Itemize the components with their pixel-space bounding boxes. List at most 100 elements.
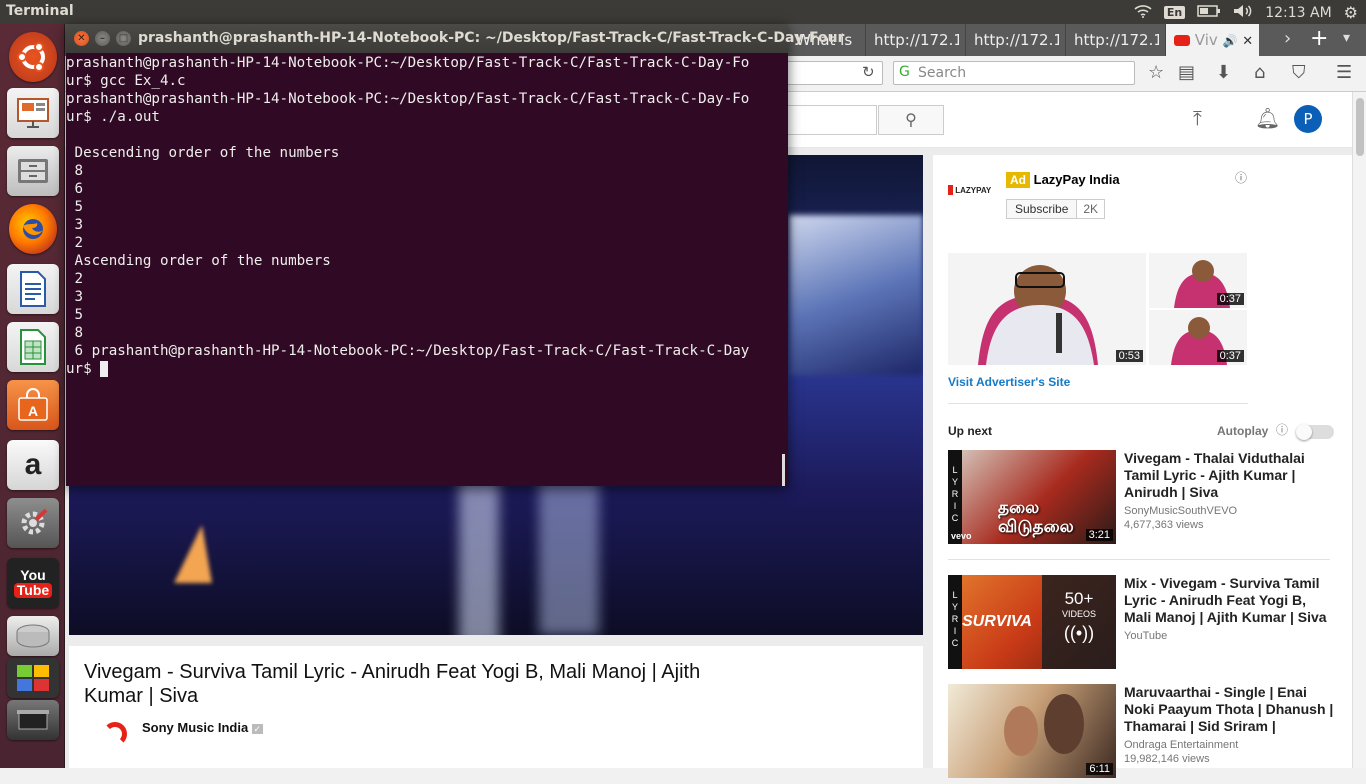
top-panel: Terminal En 12:13 AM ⚙ xyxy=(0,0,1366,24)
video-thumbnail[interactable]: 6:11 xyxy=(948,684,1116,778)
wifi-icon[interactable] xyxy=(1134,4,1152,22)
info-icon[interactable]: ⓘ xyxy=(1235,169,1247,186)
upload-icon[interactable]: ⤒ xyxy=(1193,106,1202,130)
terminal-titlebar[interactable]: ✕ – □ prashanth@prashanth-HP-14-Notebook… xyxy=(66,24,844,53)
video-thumbnail[interactable]: LYRIC தலை விடுதலை vevo 3:21 xyxy=(948,450,1116,544)
keyboard-layout-indicator[interactable]: En xyxy=(1163,6,1186,19)
view-count: 19,982,146 views xyxy=(1124,753,1210,765)
notifications-bell-icon[interactable]: 🔔︎ xyxy=(1255,106,1280,130)
terminal-scrollbar[interactable] xyxy=(782,454,785,486)
info-icon[interactable]: ⓘ xyxy=(1276,421,1288,438)
maximize-icon[interactable]: □ xyxy=(116,31,131,46)
tab-http-1[interactable]: http://172.1 xyxy=(865,24,959,56)
reading-list-icon[interactable]: ▤ xyxy=(1178,62,1195,83)
channel-name: YouTube xyxy=(1124,630,1168,642)
home-icon[interactable]: ⌂ xyxy=(1254,62,1265,83)
battery-icon[interactable] xyxy=(1197,4,1221,21)
bookmark-star-icon[interactable]: ☆ xyxy=(1148,62,1164,83)
subscribe-button[interactable]: Subscribe xyxy=(1006,199,1078,219)
list-item[interactable]: LYRIC SURVIVA 50+ VIDEOS ((•)) Mix - Viv… xyxy=(948,575,1338,675)
page-scrollbar[interactable] xyxy=(1352,92,1366,768)
terminal-line: ur$ ./a.out xyxy=(66,109,160,125)
terminal-line: 3 xyxy=(66,217,84,233)
youtube-icon[interactable]: You Tube xyxy=(7,558,59,608)
youtube-search-button[interactable]: ⚲ xyxy=(878,105,944,135)
playlist-thumbnail[interactable]: LYRIC SURVIVA 50+ VIDEOS ((•)) xyxy=(948,575,1116,669)
clock[interactable]: 12:13 AM xyxy=(1265,5,1331,21)
minimize-icon[interactable]: – xyxy=(95,31,110,46)
workspaces-icon[interactable] xyxy=(7,658,59,698)
terminal-line: Descending order of the numbers xyxy=(66,145,340,161)
new-tab-button[interactable]: + xyxy=(1310,26,1328,51)
files-icon[interactable] xyxy=(7,146,59,196)
reload-icon[interactable]: ↻ xyxy=(862,63,875,81)
terminal-line: 6 xyxy=(66,181,84,197)
duration-badge: 6:11 xyxy=(1086,763,1113,775)
downloads-icon[interactable]: ⬇ xyxy=(1216,62,1231,83)
duration-badge: 3:21 xyxy=(1085,529,1113,541)
terminal-prompt-line: ur$ xyxy=(66,360,788,378)
pocket-icon[interactable]: ⛉ xyxy=(1292,62,1306,83)
ad-thumbnail-small-2[interactable]: 0:37 xyxy=(1149,310,1247,365)
terminal-line: prashanth@prashanth-HP-14-Notebook-PC:~/… xyxy=(66,55,750,71)
terminal-line: 8 xyxy=(66,325,84,341)
tab-http-3[interactable]: http://172.1 xyxy=(1065,24,1159,56)
advertiser-name[interactable]: LazyPay India xyxy=(1034,172,1120,187)
terminal-line: ur$ gcc Ex_4.c xyxy=(66,73,186,89)
disks-icon[interactable] xyxy=(7,616,59,656)
trash-icon[interactable] xyxy=(7,700,59,740)
chevron-down-icon[interactable]: ▾ xyxy=(1343,30,1350,46)
channel-name: SonyMusicSouthVEVO xyxy=(1124,505,1238,517)
calc-icon[interactable] xyxy=(7,322,59,372)
close-tab-icon[interactable]: ✕ xyxy=(1242,34,1253,49)
terminal-cursor xyxy=(100,361,109,377)
list-item[interactable]: 6:11 Maruvaarthai - Single | Enai Noki P… xyxy=(948,684,1338,784)
chevron-right-icon[interactable]: › xyxy=(1284,28,1291,49)
ad-thumbnail-main[interactable]: 0:53 xyxy=(948,253,1146,365)
search-engine-icon[interactable]: G xyxy=(899,64,910,80)
video-title[interactable]: Mix - Vivegam - Surviva Tamil Lyric - An… xyxy=(1124,575,1334,626)
menu-icon[interactable]: ☰ xyxy=(1336,62,1352,83)
lazypay-logo-icon xyxy=(948,185,953,195)
writer-icon[interactable] xyxy=(7,264,59,314)
video-frame-detail xyxy=(174,525,212,583)
ad-subscribe-row: Subscribe 2K xyxy=(1006,199,1106,219)
ad-badge: Ad xyxy=(1006,172,1030,188)
terminal-line: 2 xyxy=(66,271,84,287)
duration-badge: 0:53 xyxy=(1115,350,1143,362)
terminal-line: Ascending order of the numbers xyxy=(66,253,331,269)
terminal-output[interactable]: prashanth@prashanth-HP-14-Notebook-PC:~/… xyxy=(66,53,788,486)
impress-icon[interactable] xyxy=(7,88,59,138)
system-settings-icon[interactable] xyxy=(7,498,59,548)
list-item[interactable]: LYRIC தலை விடுதலை vevo 3:21 Vivegam - Th… xyxy=(948,450,1338,550)
volume-icon[interactable] xyxy=(1233,4,1253,22)
gear-icon[interactable]: ⚙ xyxy=(1344,3,1358,22)
tab-http-2[interactable]: http://172.1 xyxy=(965,24,1059,56)
scrollbar-thumb[interactable] xyxy=(1356,98,1364,156)
ad-thumbnail-small-1[interactable]: 0:37 xyxy=(1149,253,1247,308)
software-center-icon[interactable]: A xyxy=(7,380,59,430)
terminal-line: 5 xyxy=(66,307,84,323)
video-frame-detail xyxy=(789,215,923,375)
svg-text:A: A xyxy=(28,403,38,419)
autoplay-toggle[interactable] xyxy=(1296,424,1334,440)
speaker-icon[interactable]: 🔊 xyxy=(1223,34,1238,48)
channel-name[interactable]: Sony Music India xyxy=(142,720,248,735)
search-input[interactable]: G Search xyxy=(893,61,1135,85)
visit-advertiser-link[interactable]: Visit Advertiser's Site xyxy=(948,375,1070,389)
close-icon[interactable]: ✕ xyxy=(74,31,89,46)
avatar[interactable]: P xyxy=(1294,105,1322,133)
firefox-icon[interactable] xyxy=(9,204,57,254)
terminal-prompt: ur$ xyxy=(66,361,101,377)
youtube-search-input[interactable] xyxy=(787,105,877,135)
active-app-title: Terminal xyxy=(6,3,74,19)
channel-name: Ondraga Entertainment xyxy=(1124,739,1239,751)
amazon-icon[interactable]: a xyxy=(7,440,59,490)
video-title[interactable]: Maruvaarthai - Single | Enai Noki Paayum… xyxy=(1124,684,1334,735)
tab-youtube-active[interactable]: Viv 🔊 ✕ xyxy=(1165,24,1259,56)
video-title[interactable]: Vivegam - Thalai Viduthalai Tamil Lyric … xyxy=(1124,450,1334,501)
ad-logo[interactable]: LAZYPAY xyxy=(948,185,998,195)
channel-avatar[interactable] xyxy=(103,722,127,746)
autoplay-label: Autoplay xyxy=(1217,424,1269,438)
ubuntu-icon[interactable] xyxy=(9,32,57,82)
